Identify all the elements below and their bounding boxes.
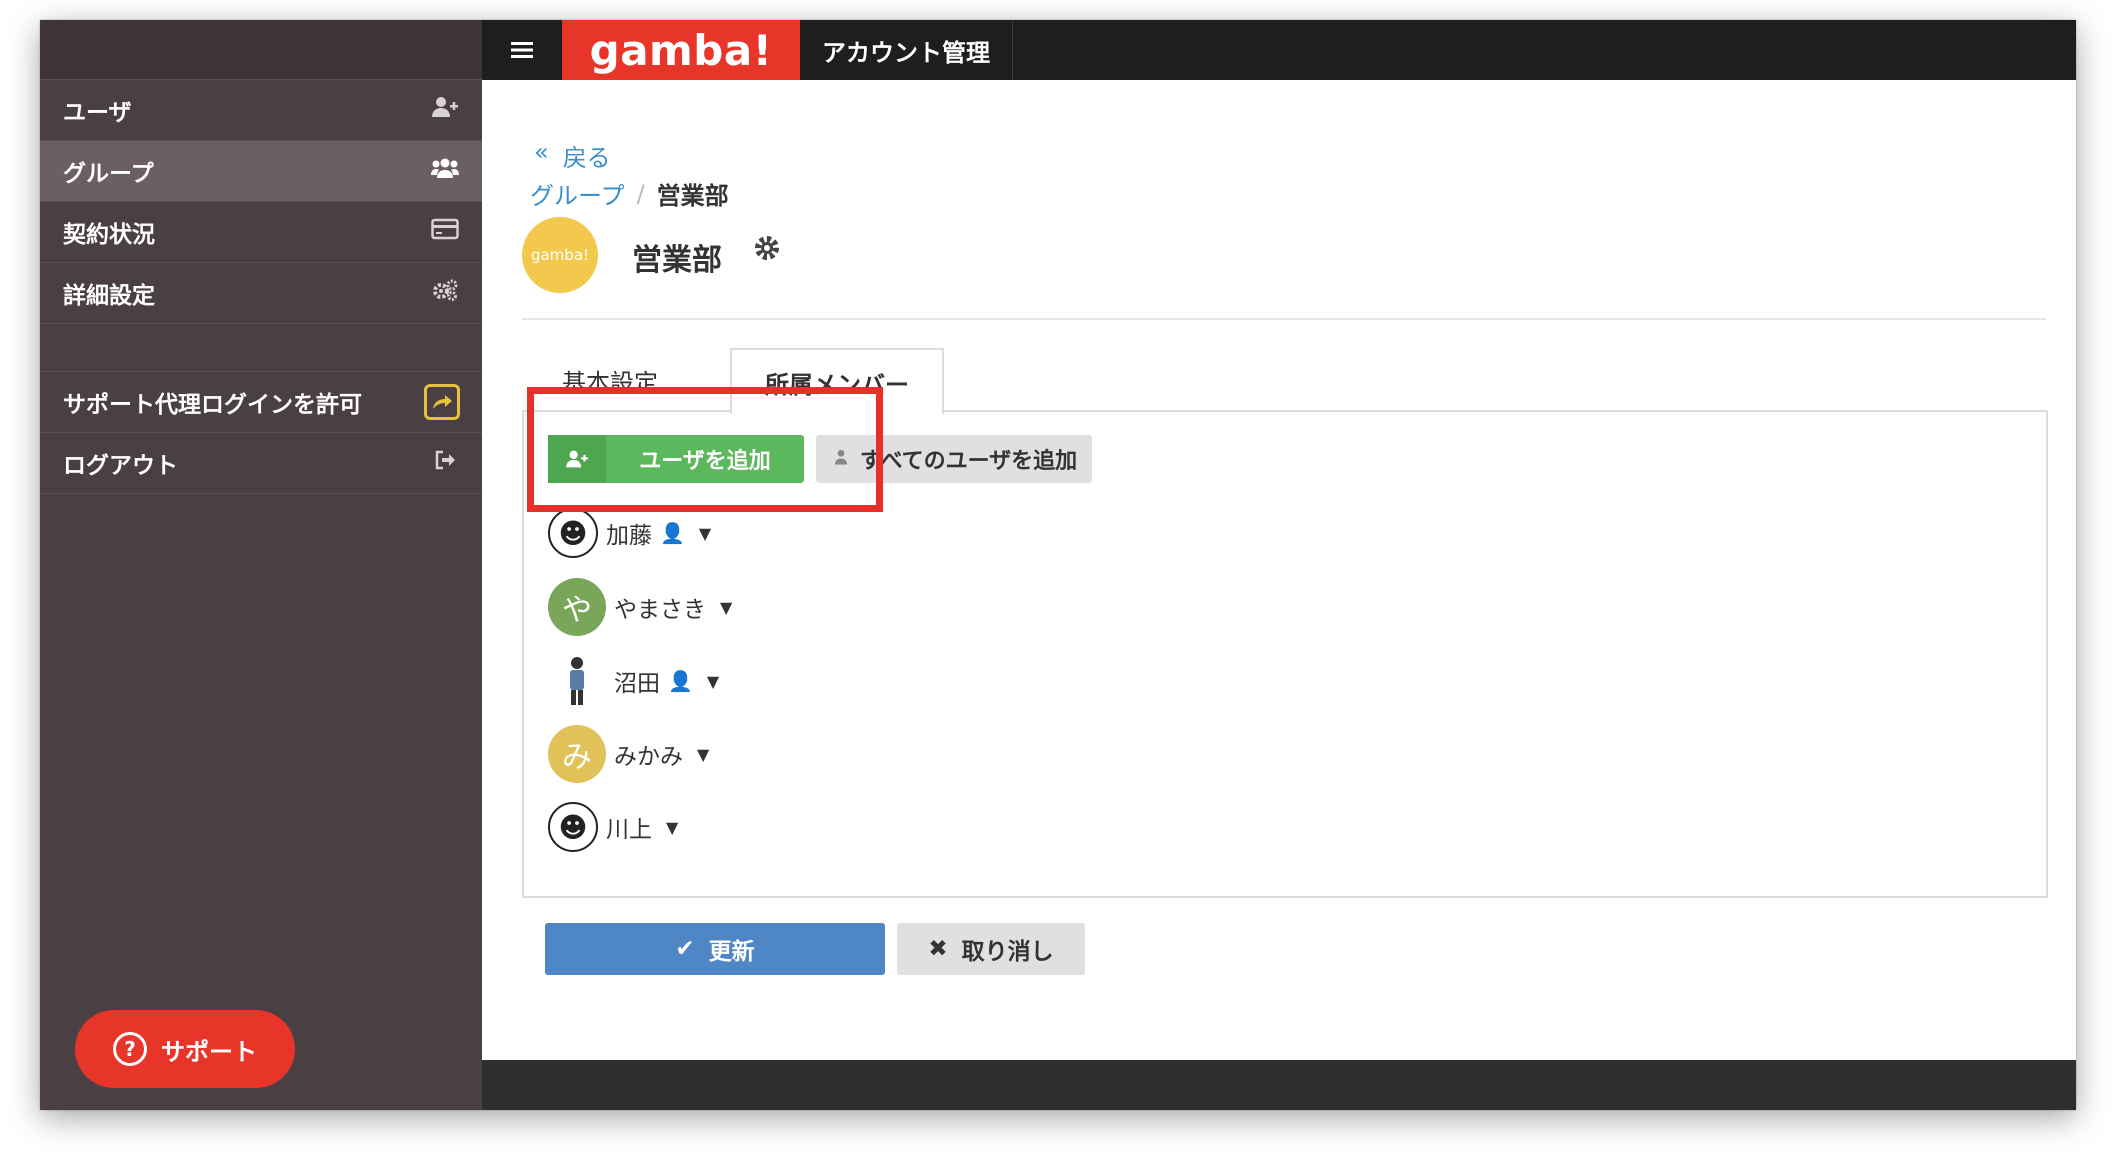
sidebar-item-logout[interactable]: ログアウト: [40, 433, 482, 494]
breadcrumb-parent[interactable]: グループ: [530, 176, 625, 211]
page-title: 営業部: [632, 243, 722, 278]
sidebar-item-label: 契約状況: [63, 222, 155, 248]
member-name: 川上: [606, 817, 652, 843]
main-content: « 戻る グループ / 営業部 gamba! 営業部 基本設定 所属メンバー ユ…: [482, 80, 2076, 1060]
support-help-button[interactable]: ? サポート: [75, 1010, 295, 1088]
breadcrumb-separator: /: [636, 179, 645, 208]
hamburger-icon[interactable]: [482, 20, 562, 80]
check-icon: ✔: [675, 936, 695, 962]
share-icon: [424, 384, 460, 420]
caret-down-icon[interactable]: ▼: [720, 598, 732, 617]
sidebar-item-label: ユーザ: [63, 100, 132, 126]
credit-card-icon: [430, 218, 460, 246]
sidebar-item-users[interactable]: ユーザ: [40, 80, 482, 141]
member-row[interactable]: や やまさき ▼: [548, 578, 732, 636]
group-avatar: gamba!: [522, 217, 598, 293]
sidebar-header: [40, 20, 482, 80]
sign-out-icon: [430, 449, 460, 477]
sidebar-item-label: ログアウト: [63, 453, 178, 479]
caret-down-icon[interactable]: ▼: [699, 524, 711, 543]
cancel-label: 取り消し: [961, 939, 1054, 965]
member-name: やまさき: [614, 597, 706, 623]
user-plus-icon: [430, 95, 460, 125]
double-chevron-left-icon: «: [534, 138, 549, 166]
breadcrumb-current: 営業部: [656, 182, 729, 210]
question-circle-icon: ?: [113, 1032, 147, 1066]
sidebar-item-support-login[interactable]: サポート代理ログインを許可: [40, 372, 482, 433]
top-bar: gamba! アカウント管理: [482, 20, 2076, 80]
member-row[interactable]: 沼田 👤 ▼: [548, 652, 719, 710]
member-avatar: [548, 652, 606, 710]
back-link[interactable]: « 戻る: [534, 138, 611, 173]
annotation-highlight-box: [527, 387, 883, 512]
app-window: ユーザ グループ 契約状況 詳細設定 サポート代理ログインを許可 ログアウト ?…: [40, 20, 2076, 1110]
member-avatar: ☻: [548, 508, 598, 558]
app-title: アカウント管理: [800, 20, 1013, 80]
footer-bar: [482, 1060, 2076, 1110]
gears-icon: [430, 278, 460, 308]
sidebar-spacer: [40, 324, 482, 372]
save-label: 更新: [708, 939, 755, 965]
member-avatar: ☻: [548, 802, 598, 852]
admin-user-icon: 👤: [668, 669, 693, 693]
member-name: 沼田: [614, 671, 660, 697]
divider: [522, 318, 2046, 320]
sidebar: ユーザ グループ 契約状況 詳細設定 サポート代理ログインを許可 ログアウト ?…: [40, 20, 482, 1110]
back-link-label: 戻る: [562, 144, 611, 172]
breadcrumb: グループ / 営業部: [530, 176, 729, 211]
member-row[interactable]: ☻ 川上 ▼: [548, 802, 678, 852]
caret-down-icon[interactable]: ▼: [666, 818, 678, 837]
brand-logo[interactable]: gamba!: [562, 20, 800, 80]
sidebar-item-label: 詳細設定: [63, 283, 155, 309]
support-help-label: サポート: [161, 1037, 257, 1066]
save-button[interactable]: ✔ 更新: [545, 923, 885, 975]
users-icon: [430, 156, 460, 186]
sidebar-item-label: サポート代理ログインを許可: [63, 392, 362, 418]
caret-down-icon[interactable]: ▼: [697, 745, 709, 764]
member-avatar: み: [548, 725, 606, 783]
gear-icon[interactable]: [752, 232, 782, 272]
member-name: みかみ: [614, 744, 683, 770]
admin-user-icon: 👤: [660, 521, 685, 545]
sidebar-item-label: グループ: [63, 161, 154, 187]
member-row[interactable]: み みかみ ▼: [548, 725, 709, 783]
member-avatar: や: [548, 578, 606, 636]
add-all-users-label: すべてのユーザを追加: [860, 449, 1078, 474]
sidebar-item-groups[interactable]: グループ: [40, 141, 482, 202]
sidebar-item-contract[interactable]: 契約状況: [40, 202, 482, 263]
close-icon: ✖: [928, 936, 948, 962]
caret-down-icon[interactable]: ▼: [707, 672, 719, 691]
member-row[interactable]: ☻ 加藤 👤 ▼: [548, 508, 711, 558]
member-name: 加藤: [606, 523, 652, 549]
sidebar-item-advanced[interactable]: 詳細設定: [40, 263, 482, 324]
cancel-button[interactable]: ✖ 取り消し: [897, 923, 1085, 975]
